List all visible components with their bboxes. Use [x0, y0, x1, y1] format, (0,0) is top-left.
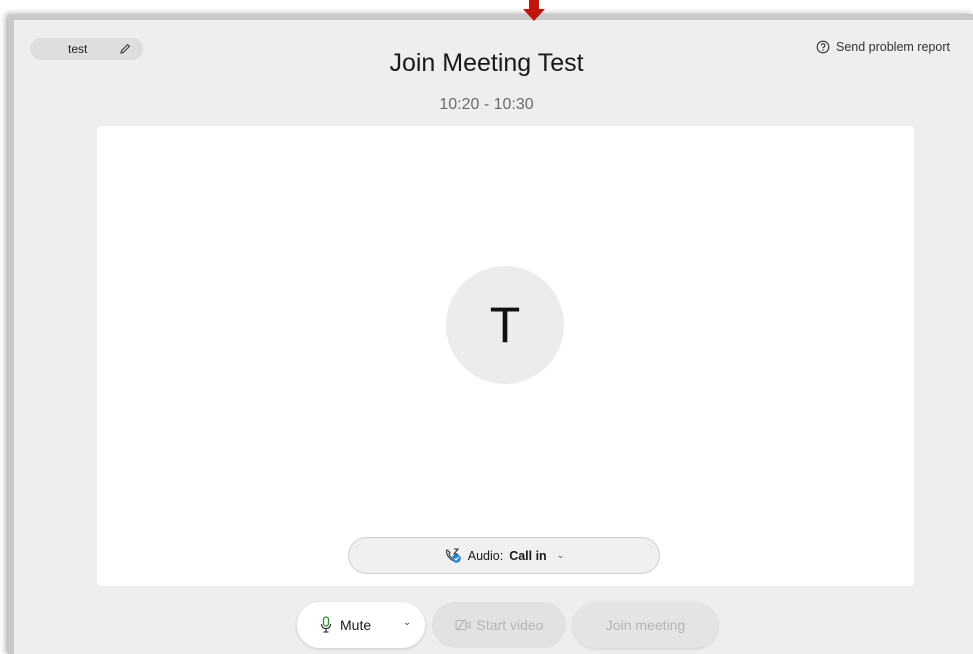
audio-label: Audio: [467, 548, 504, 563]
microphone-icon [320, 616, 332, 633]
meeting-time: 10:20 - 10:30 [439, 96, 534, 113]
mute-button[interactable]: Mute ⌄ [297, 602, 425, 648]
mute-label: Mute [340, 617, 372, 633]
start-video-label: Start video [476, 617, 544, 633]
meeting-controls: Mute ⌄ Start video Join meeting [0, 602, 973, 648]
call-in-phone-icon [445, 547, 461, 563]
audio-connection-button[interactable]: Audio: Call in ⌄ [348, 537, 660, 574]
pointer-arrow-icon [523, 0, 545, 21]
audio-value: Call in [509, 548, 547, 563]
join-meeting-label: Join meeting [605, 617, 686, 633]
avatar: T [446, 266, 564, 384]
video-preview-area: T Audio: Call in ⌄ [97, 126, 914, 586]
join-meeting-button[interactable]: Join meeting [573, 602, 718, 648]
video-off-icon [454, 619, 471, 631]
start-video-button[interactable]: Start video [432, 602, 566, 648]
meeting-title: Join Meeting Test [389, 49, 584, 77]
chevron-down-icon[interactable]: ⌄ [403, 617, 411, 628]
chevron-down-icon: ⌄ [556, 550, 565, 560]
